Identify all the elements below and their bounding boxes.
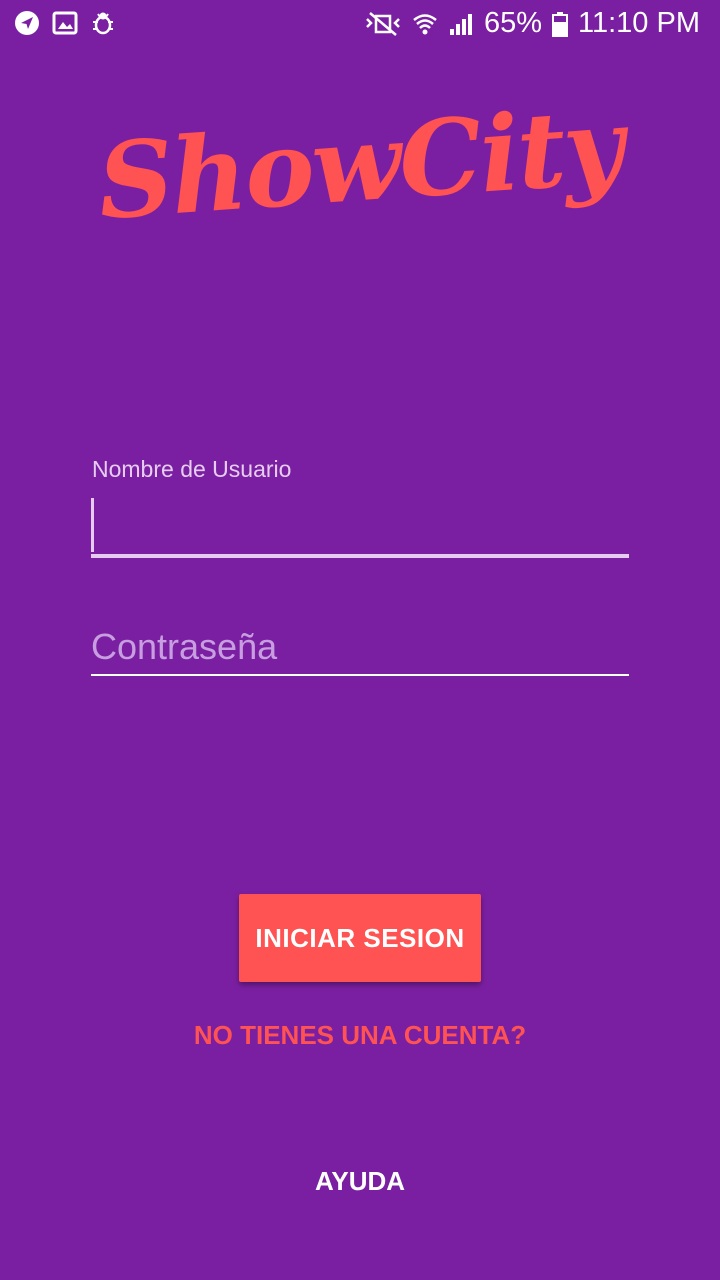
signup-link[interactable]: NO TIENES UNA CUENTA? bbox=[0, 1020, 720, 1051]
username-input[interactable] bbox=[91, 496, 629, 558]
status-left-icons bbox=[14, 10, 116, 36]
username-label: Nombre de Usuario bbox=[92, 456, 292, 482]
text-cursor bbox=[91, 498, 94, 552]
mute-vibrate-icon bbox=[364, 11, 402, 37]
help-link[interactable]: AYUDA bbox=[0, 1166, 720, 1197]
image-icon bbox=[52, 10, 78, 36]
wifi-icon bbox=[412, 11, 438, 37]
bug-icon bbox=[90, 10, 116, 36]
navigation-icon bbox=[14, 10, 40, 36]
password-input[interactable] bbox=[91, 620, 629, 676]
login-button[interactable]: INICIAR SESION bbox=[239, 894, 481, 982]
battery-icon bbox=[552, 11, 569, 37]
status-bar: 65% 11:10 PM bbox=[0, 0, 720, 50]
clock: 11:10 PM bbox=[578, 7, 700, 39]
app-logo: ShowCity bbox=[94, 83, 626, 244]
status-right-icons: 65% 11:10 PM bbox=[364, 7, 700, 40]
signal-icon bbox=[448, 11, 474, 37]
battery-percent: 65% bbox=[483, 7, 543, 39]
